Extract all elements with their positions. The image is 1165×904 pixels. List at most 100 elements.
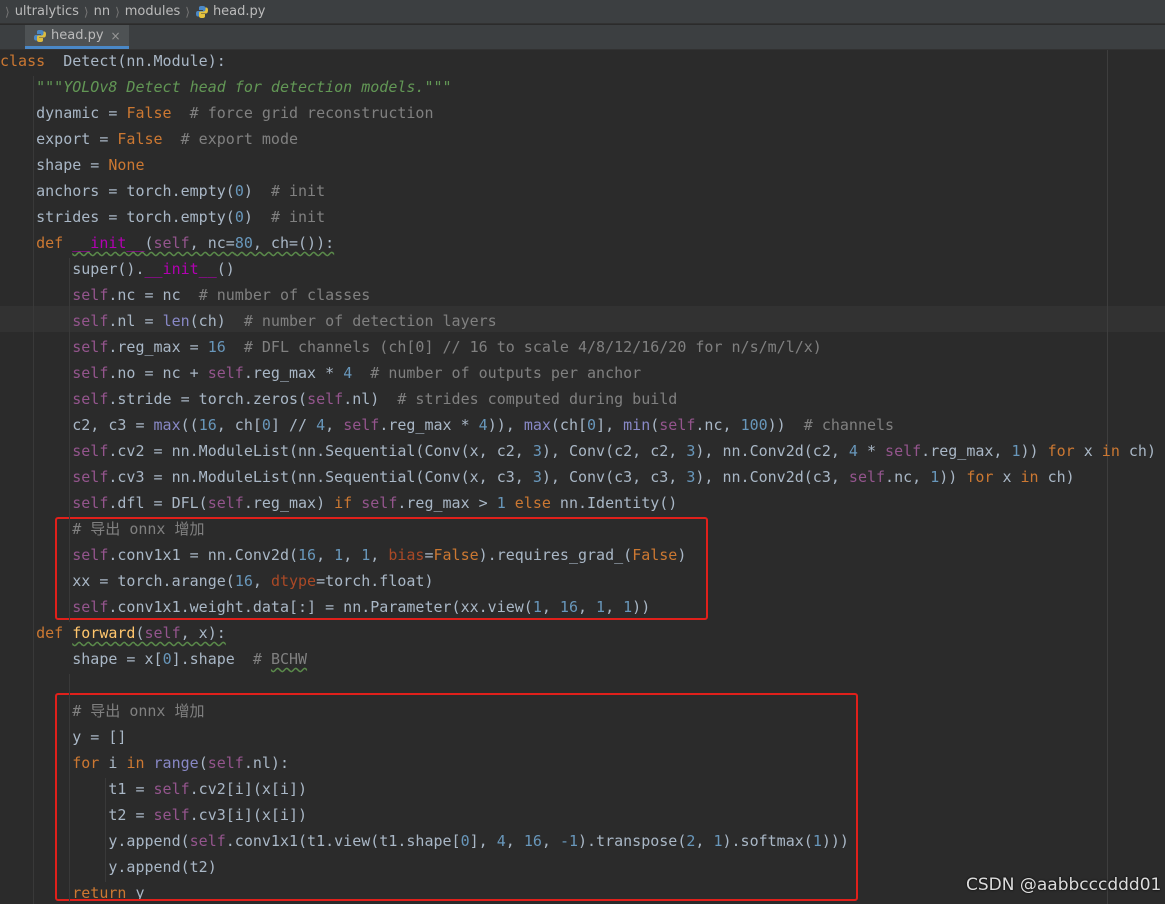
code-line[interactable]: self.nc = nc # number of classes — [0, 284, 370, 310]
code-token: else — [514, 494, 551, 512]
code-token: self — [885, 442, 922, 460]
code-line[interactable]: shape = x[0].shape # BCHW — [0, 648, 307, 674]
code-token: """YOLOv8 Detect head for detection mode… — [36, 78, 452, 96]
code-token: 4 — [478, 416, 488, 434]
code-token: .dfl = DFL( — [108, 494, 208, 512]
breadcrumb-item[interactable]: modules — [125, 4, 181, 19]
breadcrumb-separator: ⟩ — [115, 4, 120, 19]
code-line[interactable]: anchors = torch.empty(0) # init — [0, 180, 325, 206]
code-token: self — [848, 468, 886, 486]
code-token: )) — [767, 416, 804, 434]
code-token: .reg_max = — [108, 338, 208, 356]
code-token: False — [117, 130, 163, 148]
code-line[interactable]: self.nl = len(ch) # number of detection … — [0, 310, 497, 336]
code-token: self — [343, 416, 380, 434]
code-editor[interactable]: class Detect(nn.Module): """YOLOv8 Detec… — [0, 50, 1165, 904]
code-token: shape = x[ — [0, 650, 163, 668]
code-token: 0 — [234, 208, 244, 226]
code-line[interactable]: self.reg_max = 16 # DFL channels (ch[0] … — [0, 336, 822, 362]
code-line[interactable]: """YOLOv8 Detect head for detection mode… — [0, 76, 452, 102]
code-token: c2, c3 = — [0, 416, 154, 434]
code-token: 0 — [234, 182, 244, 200]
code-token: 0 — [162, 650, 172, 668]
code-token: len — [162, 312, 190, 330]
code-token: .reg_max * — [379, 416, 479, 434]
code-token: if — [334, 494, 353, 512]
code-token: )) — [939, 468, 967, 486]
indent-guide — [33, 76, 34, 904]
code-token: strides = torch.empty( — [0, 208, 235, 226]
code-token: ], — [596, 416, 624, 434]
code-token: ( — [650, 416, 660, 434]
code-token: self — [72, 286, 109, 304]
code-line[interactable]: self.cv3 = nn.ModuleList(nn.Sequential(C… — [0, 466, 1075, 492]
code-token: anchors = torch.empty( — [0, 182, 235, 200]
code-token: self — [72, 312, 109, 330]
code-token: .reg_max > — [397, 494, 497, 512]
code-token: export = — [0, 130, 118, 148]
code-token: # init — [270, 182, 326, 200]
code-token: )) — [1020, 442, 1048, 460]
code-line[interactable]: def __init__(self, nc=80, ch=()): — [0, 232, 334, 258]
code-token: self — [144, 624, 181, 642]
code-token: ), Conv(c3, c3, — [541, 468, 687, 486]
code-token: # number of detection layers — [243, 312, 497, 330]
code-token: def — [36, 624, 64, 642]
code-line[interactable]: self .cv2 = nn.ModuleList(nn.Sequential(C… — [0, 440, 1156, 466]
breadcrumb-separator: ⟩ — [185, 4, 190, 19]
code-line[interactable]: export = False # export mode — [0, 128, 298, 154]
code-token: # force grid reconstruction — [189, 104, 434, 122]
code-token: 4 — [343, 364, 353, 382]
code-token: () — [216, 260, 235, 278]
code-token: , ch[ — [216, 416, 262, 434]
code-token: x — [1074, 442, 1102, 460]
code-token: max — [523, 416, 551, 434]
code-line[interactable]: strides = torch.empty(0) # init — [0, 206, 325, 232]
breadcrumb-item[interactable]: ultralytics — [15, 4, 79, 19]
highlight-box-init — [55, 517, 708, 620]
code-token: ].shape — [171, 650, 253, 668]
code-line[interactable]: c2, c3 = max((16, ch[0] // 4, self.reg_m… — [0, 414, 894, 440]
breadcrumb-item[interactable]: head.py — [213, 4, 266, 19]
code-token: self — [153, 234, 190, 252]
indent-guide — [69, 258, 70, 622]
code-token: in — [1101, 442, 1120, 460]
python-file-icon — [195, 5, 209, 19]
code-token: max — [153, 416, 181, 434]
code-line[interactable]: self.dfl = DFL(self.reg_max) if self.reg… — [0, 492, 677, 518]
breadcrumb-item[interactable]: nn — [94, 4, 110, 19]
code-token: ), nn.Conv2d(c2, — [695, 442, 849, 460]
code-token: ch) — [1038, 468, 1075, 486]
code-token: self — [72, 338, 109, 356]
code-token: 3 — [532, 442, 542, 460]
code-line[interactable]: self.no = nc + self.reg_max * 4 # number… — [0, 362, 641, 388]
code-token: None — [108, 156, 145, 174]
close-icon[interactable]: × — [111, 29, 121, 43]
code-line[interactable]: super().__init__() — [0, 258, 235, 284]
code-line[interactable]: shape = None — [0, 154, 145, 180]
code-token: # DFL channels (ch[0] // 16 to scale 4/8… — [243, 338, 822, 356]
code-token: .reg_max, — [921, 442, 1012, 460]
breadcrumb-separator: ⟩ — [5, 4, 10, 19]
code-token: .cv2 = nn.ModuleList(nn.Sequential(Conv(… — [108, 442, 533, 460]
code-line[interactable]: dynamic = False # force grid reconstruct… — [0, 102, 434, 128]
code-token: self — [72, 390, 109, 408]
code-token: shape = — [0, 156, 109, 174]
code-token: # number of outputs per anchor — [370, 364, 642, 382]
code-line[interactable]: self.stride = torch.zeros(self.nl) # str… — [0, 388, 677, 414]
code-token: self — [72, 494, 109, 512]
code-token: (( — [180, 416, 199, 434]
tab-head-py[interactable]: head.py × — [25, 25, 129, 49]
code-token: 16 — [198, 416, 217, 434]
code-token: , x): — [180, 624, 226, 642]
code-line[interactable]: class Detect(nn.Module): — [0, 50, 226, 76]
code-token: ) — [243, 208, 271, 226]
code-token: .stride = torch.zeros( — [108, 390, 308, 408]
code-token: super(). — [0, 260, 145, 278]
code-token: 3 — [532, 468, 542, 486]
